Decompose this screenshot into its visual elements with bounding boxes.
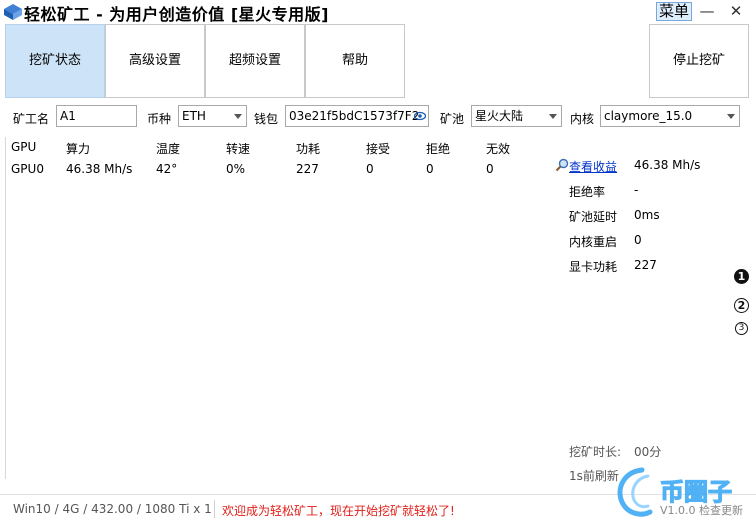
pool-select[interactable]: 星火大陆 <box>471 105 562 127</box>
column-header-temperature: 温度 <box>156 142 181 156</box>
page-2-button[interactable]: 2 <box>734 298 749 313</box>
search-icon <box>555 158 569 172</box>
watermark-text: 币圈子 <box>660 478 732 506</box>
tab-advanced-settings[interactable]: 高级设置 <box>105 24 205 98</box>
pool-label: 矿池 <box>440 112 465 126</box>
reject-rate-value: - <box>634 183 639 197</box>
page-3-button[interactable]: 3 <box>735 322 748 335</box>
watermark-logo: 币圈子 <box>617 467 733 517</box>
kernel-restart-label: 内核重启 <box>569 235 618 249</box>
kernel-select[interactable]: claymore_15.0 <box>600 105 740 127</box>
column-header-invalid: 无效 <box>486 142 511 156</box>
coin-select[interactable]: ETH <box>178 105 247 127</box>
cell-fan-speed: 0% <box>226 162 246 176</box>
kernel-value: claymore_15.0 <box>604 109 693 123</box>
mining-time-value: 00分 <box>634 445 662 459</box>
tab-overclock-settings[interactable]: 超频设置 <box>205 24 305 98</box>
column-header-fan-speed: 转速 <box>226 142 251 156</box>
cell-temperature: 42° <box>156 162 178 176</box>
column-header-hashrate: 算力 <box>66 142 91 156</box>
app-logo-icon <box>4 4 22 20</box>
menu-button[interactable]: 菜单 <box>656 2 693 21</box>
tab-help[interactable]: 帮助 <box>305 24 405 98</box>
window-title: 轻松矿工 - 为用户创造价值 [星火专用版] <box>24 5 329 24</box>
column-header-gpu: GPU <box>11 140 37 154</box>
chevron-down-icon <box>549 114 557 119</box>
coin-label: 币种 <box>147 112 172 126</box>
stop-mining-button[interactable]: 停止挖矿 <box>649 24 749 98</box>
tab-mining-status[interactable]: 挖矿状态 <box>5 24 105 98</box>
status-divider <box>214 500 215 518</box>
gpu-power-label: 显卡功耗 <box>569 260 618 274</box>
title-bar: 轻松矿工 - 为用户创造价值 [星火专用版] 菜单 — ✕ <box>0 0 756 24</box>
worker-name-value: A1 <box>60 109 76 123</box>
view-earnings-link[interactable]: 查看收益 <box>569 158 617 175</box>
cell-hashrate: 46.38 Mh/s <box>66 162 133 176</box>
eye-icon[interactable] <box>414 111 426 121</box>
pool-latency-label: 矿池延时 <box>569 210 618 224</box>
coin-value: ETH <box>182 109 206 123</box>
kernel-label: 内核 <box>570 112 595 126</box>
worker-name-label: 矿工名 <box>13 112 50 126</box>
cell-power: 227 <box>296 162 319 176</box>
table-left-border <box>5 137 6 479</box>
cell-invalid: 0 <box>486 162 494 176</box>
chevron-down-icon <box>234 114 242 119</box>
minimize-button[interactable]: — <box>697 2 717 22</box>
cell-gpu: GPU0 <box>11 162 44 176</box>
worker-name-input[interactable]: A1 <box>56 105 137 127</box>
mining-time-label: 挖矿时长: <box>569 445 622 459</box>
earnings-value: 46.38 Mh/s <box>634 158 701 172</box>
gpu-power-value: 227 <box>634 258 657 272</box>
kernel-restart-value: 0 <box>634 233 642 247</box>
system-info: Win10 / 4G / 432.00 / 1080 Ti x 1 <box>13 502 212 516</box>
column-header-power: 功耗 <box>296 142 321 156</box>
column-header-accepted: 接受 <box>366 142 391 156</box>
pool-latency-value: 0ms <box>634 208 660 222</box>
welcome-message: 欢迎成为轻松矿工，现在开始挖矿就轻松了! <box>222 504 455 518</box>
reject-rate-label: 拒绝率 <box>569 185 606 199</box>
wallet-input[interactable]: 03e21f5bdC1573f7F2 <box>285 105 429 127</box>
wallet-value: 03e21f5bdC1573f7F2 <box>289 109 420 123</box>
chevron-down-icon <box>727 114 735 119</box>
column-header-rejected: 拒绝 <box>426 142 451 156</box>
page-1-button[interactable]: 1 <box>734 269 749 284</box>
cell-rejected: 0 <box>426 162 434 176</box>
close-button[interactable]: ✕ <box>726 2 746 22</box>
wallet-label: 钱包 <box>254 112 279 126</box>
cell-accepted: 0 <box>366 162 374 176</box>
pool-value: 星火大陆 <box>475 109 524 123</box>
